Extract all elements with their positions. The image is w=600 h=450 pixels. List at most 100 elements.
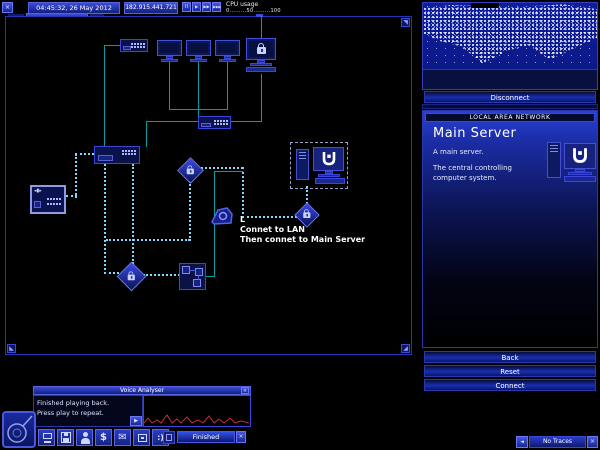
lan-route <box>189 181 191 241</box>
chip-button[interactable] <box>133 429 150 446</box>
lock-icon <box>257 43 266 54</box>
uplink-logo-icon <box>322 152 335 166</box>
lan-route <box>106 239 190 241</box>
uplink-logo-icon <box>7 415 33 443</box>
lan-main-server-node[interactable] <box>290 142 348 189</box>
lan-isolation-bridge-node[interactable] <box>179 263 206 290</box>
uplink-menu-button[interactable] <box>2 411 36 448</box>
map-scroll-up-icon[interactable]: ◥ <box>401 18 410 27</box>
lan-link <box>261 74 262 122</box>
task-progress-bar[interactable]: Finished <box>177 431 235 443</box>
hardware-button[interactable] <box>38 429 55 446</box>
lan-route <box>75 154 77 198</box>
trace-close-button[interactable]: × <box>587 436 598 448</box>
cpu-usage-scale: 0.........50.........100 <box>226 8 281 14</box>
lan-link <box>227 62 228 110</box>
memory-button[interactable] <box>57 429 74 446</box>
panel-description: The central controlling computer system. <box>433 164 512 182</box>
monitor-stand <box>44 441 51 443</box>
router-leds <box>47 198 61 200</box>
lan-terminal-node[interactable] <box>186 40 211 64</box>
lan-hub-node[interactable] <box>198 116 231 129</box>
lan-info-panel: LOCAL AREA NETWORK Main Server A main se… <box>422 110 598 348</box>
panel-subtitle: A main server. <box>433 148 484 156</box>
lan-link <box>104 45 105 148</box>
voice-play-button[interactable]: ▶ <box>130 416 142 426</box>
dollar-icon: $ <box>100 432 107 443</box>
lan-link <box>214 171 243 172</box>
lan-terminal-node[interactable] <box>157 40 182 64</box>
close-button[interactable]: × <box>2 2 13 13</box>
waveform-icon <box>143 414 250 424</box>
lan-route <box>143 274 180 276</box>
lan-route <box>242 167 244 218</box>
lan-map-viewport[interactable] <box>5 16 412 355</box>
task-close-button[interactable]: × <box>236 431 246 443</box>
lan-link <box>169 62 170 110</box>
typed-annotation: L Connet to LAN Then connet to Main Serv… <box>240 215 365 245</box>
annotation-line: Then connet to Main Server <box>240 235 366 244</box>
voice-status-line1: Finished playing back. <box>37 399 110 407</box>
lan-link <box>169 109 228 110</box>
map-scroll-downright-icon[interactable]: ◢ <box>401 344 410 353</box>
task-mini-glyph <box>166 434 172 441</box>
lan-route <box>75 153 94 155</box>
window-close-button[interactable]: × <box>241 387 249 394</box>
pause-button[interactable]: II <box>182 2 191 12</box>
status-button[interactable] <box>76 429 93 446</box>
finances-button[interactable]: $ <box>95 429 112 446</box>
panel-header: LOCAL AREA NETWORK <box>425 113 595 122</box>
lock-icon <box>186 167 194 174</box>
hub-detail <box>201 123 211 127</box>
lock-icon <box>127 273 135 280</box>
lan-link <box>231 121 262 122</box>
hub-leds <box>122 150 136 155</box>
floppy-shutter <box>64 433 68 436</box>
map-scroll-downleft-icon[interactable]: ◣ <box>7 344 16 353</box>
running-task-icon[interactable] <box>163 431 175 444</box>
right-divider-bar <box>422 104 598 109</box>
router-detail: ◂▮▸ <box>34 188 42 194</box>
phone-icon <box>211 207 233 225</box>
server-monitor <box>564 143 596 169</box>
hub-detail <box>123 46 131 50</box>
lan-locked-terminal-node[interactable] <box>244 38 278 74</box>
trace-status-display: No Traces <box>529 436 586 448</box>
annotation-line: L <box>240 215 246 224</box>
trace-expand-button[interactable]: ◄ <box>516 436 528 448</box>
map-notch <box>471 3 499 8</box>
panel-title: Main Server <box>433 126 517 141</box>
back-button[interactable]: Back <box>424 351 596 363</box>
connect-button[interactable]: Connect <box>424 379 596 391</box>
email-button[interactable]: ✉ <box>114 429 131 446</box>
reset-button[interactable]: Reset <box>424 365 596 377</box>
server-tower <box>547 142 561 178</box>
lan-route <box>201 167 243 169</box>
lan-link <box>104 45 120 46</box>
play-speed1-button[interactable]: ▶ <box>192 2 201 12</box>
person-body <box>81 438 90 444</box>
lan-hub-node[interactable] <box>120 39 148 52</box>
voice-analyser-titlebar[interactable]: Voice Analyser <box>33 386 251 395</box>
lan-route <box>104 272 119 274</box>
lan-link <box>146 121 147 147</box>
play-speed2-button[interactable]: ▶▶ <box>202 2 211 12</box>
voice-analyser-body: Finished playing back. Press play to rep… <box>33 395 143 427</box>
lan-route <box>132 164 134 264</box>
ip-display: 182.915.441.721 <box>124 2 178 14</box>
disconnect-button[interactable]: Disconnect <box>424 91 596 103</box>
hub-leds <box>131 43 145 48</box>
floppy-label <box>63 438 69 442</box>
hub-detail <box>98 155 113 161</box>
router-leds <box>47 203 61 205</box>
lan-router-node[interactable]: ◂▮▸ <box>30 185 66 214</box>
hub-leds <box>214 120 228 125</box>
annotation-line: Connet to LAN <box>240 225 305 234</box>
world-map[interactable] <box>422 2 598 90</box>
lan-terminal-node[interactable] <box>215 40 240 64</box>
lan-modem-node[interactable] <box>210 204 234 227</box>
play-speed3-button[interactable]: ▶▶▶ <box>212 2 221 12</box>
lan-hub-node[interactable] <box>94 146 140 164</box>
email-icon: ✉ <box>118 432 127 443</box>
voice-status-line2: Press play to repeat. <box>37 409 104 417</box>
